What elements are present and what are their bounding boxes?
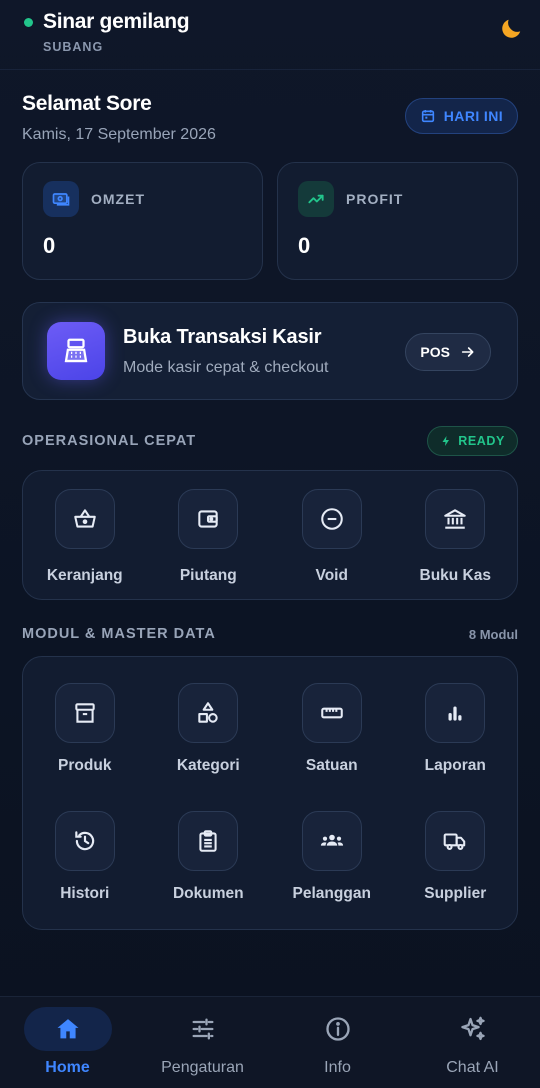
omzet-value: 0	[43, 233, 56, 258]
operations-grid: Keranjang Piutang Void Buku Kas	[23, 471, 517, 599]
home-icon	[23, 1007, 112, 1051]
tile-label: Kategori	[176, 757, 240, 774]
tile-buku-kas[interactable]: Buku Kas	[394, 489, 518, 585]
app-root: Sinar gemilang SUBANG Selamat Sore Kamis…	[0, 0, 540, 1088]
pos-button[interactable]: POS	[405, 333, 491, 371]
nav-label: Home	[45, 1059, 90, 1076]
modules-panel: Produk Kategori Satuan Laporan Histori D…	[22, 656, 518, 930]
tile-label: Laporan	[424, 757, 486, 774]
top-bar: Sinar gemilang SUBANG	[0, 0, 540, 70]
arrow-right-icon	[461, 347, 474, 357]
group-icon	[301, 811, 362, 871]
greeting-section: Selamat Sore Kamis, 17 September 2026 HA…	[0, 70, 540, 162]
today-filter-label: HARI INI	[443, 108, 503, 124]
operations-title: OPERASIONAL CEPAT	[22, 433, 197, 449]
tile-label: Supplier	[424, 885, 487, 902]
tile-label: Dokumen	[172, 885, 244, 902]
tile-label: Void	[315, 567, 348, 584]
store-name: Sinar gemilang	[43, 10, 190, 33]
tile-label: Buku Kas	[419, 567, 492, 584]
tile-histori[interactable]: Histori	[23, 811, 147, 939]
operations-panel: Keranjang Piutang Void Buku Kas	[22, 470, 518, 600]
tile-label: Piutang	[179, 567, 237, 584]
nav-item-home[interactable]: Home	[0, 997, 135, 1088]
omzet-label: OMZET	[91, 191, 145, 207]
tile-supplier[interactable]: Supplier	[394, 811, 518, 939]
bolt-icon	[442, 436, 450, 446]
pos-subtitle: Mode kasir cepat & checkout	[123, 358, 329, 376]
pos-title: Buka Transaksi Kasir	[123, 325, 322, 348]
profit-card-header: PROFIT	[298, 181, 497, 217]
tile-piutang[interactable]: Piutang	[147, 489, 271, 585]
tile-dokumen[interactable]: Dokumen	[147, 811, 271, 939]
nav-item-pengaturan[interactable]: Pengaturan	[135, 997, 270, 1088]
theme-toggle-button[interactable]	[496, 14, 526, 44]
nav-label: Pengaturan	[161, 1059, 244, 1076]
nav-label: Info	[324, 1059, 351, 1076]
nav-label: Chat AI	[446, 1059, 499, 1076]
tile-pelanggan[interactable]: Pelanggan	[270, 811, 394, 939]
bottom-nav: Home Pengaturan Info Chat AI	[0, 996, 540, 1088]
tile-label: Histori	[60, 885, 110, 902]
store-location: SUBANG	[43, 40, 104, 54]
modules-count: 8 Modul	[468, 626, 518, 642]
profit-card[interactable]: PROFIT 0	[277, 162, 518, 280]
store-row: Sinar gemilang	[22, 10, 518, 34]
omzet-card[interactable]: OMZET 0	[22, 162, 263, 280]
tile-label: Produk	[58, 757, 112, 774]
modules-title: MODUL & MASTER DATA	[22, 626, 216, 642]
pos-text: Buka Transaksi Kasir Mode kasir cepat & …	[123, 326, 328, 377]
tile-kategori[interactable]: Kategori	[147, 683, 271, 811]
tile-label: Keranjang	[46, 567, 123, 584]
money-icon	[43, 181, 79, 217]
pos-banner[interactable]: Buka Transaksi Kasir Mode kasir cepat & …	[22, 302, 518, 400]
nav-item-chat-ai[interactable]: Chat AI	[405, 997, 540, 1088]
tile-produk[interactable]: Produk	[23, 683, 147, 811]
minus-circle-icon	[301, 489, 362, 549]
online-status-dot	[24, 17, 33, 27]
ready-badge-label: READY	[458, 434, 505, 448]
today-filter-button[interactable]: HARI INI	[404, 98, 518, 134]
wallet-icon	[178, 489, 239, 549]
tile-label: Pelanggan	[292, 885, 371, 902]
sliders-icon	[159, 1007, 247, 1051]
stats-row: OMZET 0 PROFIT 0	[0, 162, 540, 280]
cash-register-icon	[47, 322, 105, 380]
moon-icon	[502, 19, 521, 38]
tile-satuan[interactable]: Satuan	[270, 683, 394, 811]
clipboard-icon	[178, 811, 239, 871]
profit-value: 0	[298, 233, 311, 258]
tile-label: Satuan	[305, 757, 358, 774]
archive-box-icon	[54, 683, 115, 743]
ruler-icon	[301, 683, 362, 743]
info-icon	[294, 1007, 382, 1051]
operations-header: OPERASIONAL CEPAT READY	[0, 426, 540, 456]
tile-keranjang[interactable]: Keranjang	[23, 489, 147, 585]
omzet-card-header: OMZET	[43, 181, 242, 217]
history-icon	[54, 811, 115, 871]
sparkles-icon	[429, 1007, 517, 1051]
trending-up-icon	[298, 181, 334, 217]
modules-grid: Produk Kategori Satuan Laporan Histori D…	[23, 657, 517, 929]
truck-icon	[425, 811, 486, 871]
bank-icon	[425, 489, 486, 549]
basket-icon	[54, 489, 115, 549]
shapes-icon	[178, 683, 239, 743]
pos-button-label: POS	[420, 344, 450, 360]
tile-laporan[interactable]: Laporan	[394, 683, 518, 811]
nav-item-info[interactable]: Info	[270, 997, 405, 1088]
bar-chart-icon	[425, 683, 486, 743]
modules-header: MODUL & MASTER DATA 8 Modul	[0, 626, 540, 642]
ready-badge: READY	[427, 426, 518, 456]
calendar-icon	[421, 110, 434, 123]
profit-label: PROFIT	[346, 191, 404, 207]
tile-void[interactable]: Void	[270, 489, 394, 585]
